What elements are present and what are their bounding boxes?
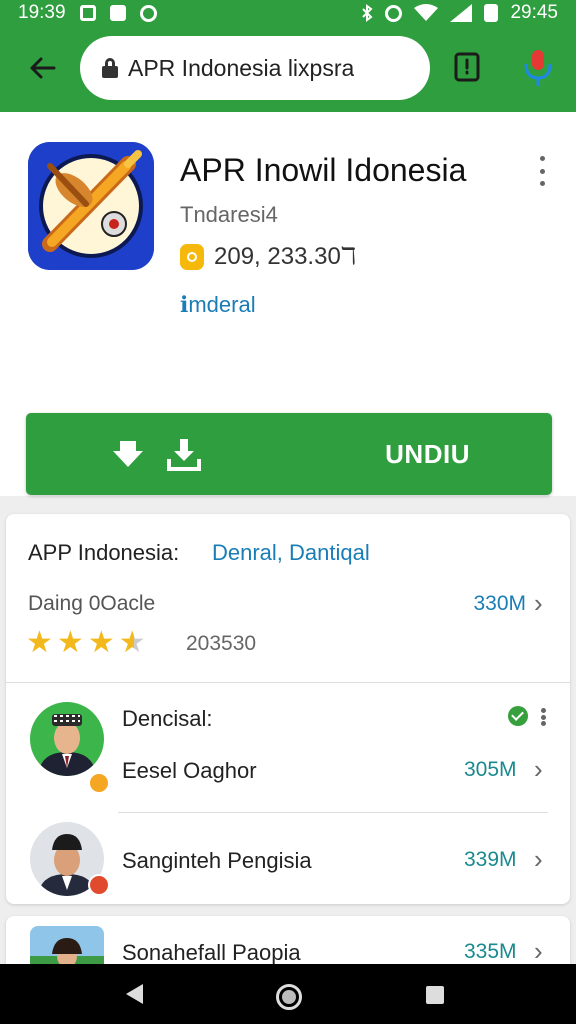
star-icon: ★ [56, 626, 84, 659]
app-developer[interactable]: Tndaresi4 [180, 202, 278, 228]
status-bar: 19:39 29:45 [0, 0, 576, 26]
app-header-card: APR Inowil Idonesia Tndaresi4 209, 233.3… [0, 112, 576, 496]
star-icon: ★ [87, 626, 115, 659]
summary-label: Daing 0Oacle [28, 592, 156, 615]
battery-icon [484, 4, 499, 22]
notification-icon [79, 5, 96, 21]
nav-home-icon[interactable] [276, 984, 302, 1010]
nav-back-icon[interactable] [126, 984, 143, 1004]
more-options-icon[interactable] [532, 156, 552, 186]
list-item-title: Sonahefall Paopia [122, 940, 301, 965]
shield-icon [139, 4, 157, 22]
url-text[interactable]: APR Indonesia lixpsra [128, 55, 354, 82]
avatar[interactable] [30, 702, 104, 776]
rating-badge-icon [180, 243, 204, 270]
system-nav-bar [0, 964, 576, 1024]
status-right: 29:45 [361, 2, 558, 24]
status-left: 19:39 [18, 2, 157, 24]
half-star-icon: ★ [118, 626, 146, 659]
back-arrow-icon[interactable] [22, 48, 62, 88]
status-time-left: 19:39 [18, 2, 66, 23]
app-bar: APR Indonesia lixpsra [0, 26, 576, 112]
list-item-title: Dencisal: [122, 706, 213, 731]
list-item-size: 305M [464, 758, 517, 781]
download-tray-icon [167, 439, 201, 471]
avatar-badge-icon [88, 874, 110, 896]
list-item-subtitle: Eesel Oaghor [122, 758, 257, 783]
url-bar[interactable]: APR Indonesia lixpsra [80, 36, 430, 100]
rating-text: 209, 233.30ℸ [214, 243, 357, 270]
mic-icon[interactable] [520, 48, 556, 88]
list-item-title: Sanginteh Pengisia [122, 848, 312, 873]
square-icon [109, 5, 126, 21]
install-label: UNDIU [385, 439, 470, 469]
install-button[interactable]: UNDIU [26, 413, 552, 495]
paintbrush-pen-icon[interactable] [28, 142, 154, 270]
more-options-icon[interactable] [538, 708, 548, 726]
rating-count: 203530 [186, 632, 257, 655]
chevron-right-icon[interactable]: › [534, 936, 543, 967]
download-icon [113, 441, 143, 467]
app-category-link[interactable]: ℹmderal [180, 292, 256, 318]
alarm-icon [385, 4, 403, 22]
status-time-right: 29:45 [510, 2, 558, 23]
verified-check-icon [508, 706, 528, 726]
bluetooth-icon [362, 4, 373, 22]
app-title: APR Inowil Idonesia [180, 152, 467, 188]
nav-recents-icon[interactable] [426, 986, 444, 1004]
summary-size: 330M [473, 592, 526, 615]
avatar-badge-icon [88, 772, 110, 794]
card-title: APP Indonesia: [28, 540, 180, 565]
wifi-icon [414, 4, 439, 21]
bookmark-icon[interactable] [452, 50, 482, 86]
divider [6, 682, 570, 683]
divider [118, 812, 548, 813]
chevron-right-icon[interactable]: › [534, 588, 543, 619]
star-icon: ★ [26, 626, 53, 659]
chevron-right-icon[interactable]: › [534, 754, 543, 785]
chevron-right-icon[interactable]: › [534, 844, 543, 875]
list-item-size: 339M [464, 848, 517, 871]
lock-icon [102, 58, 118, 78]
signal-icon [450, 4, 473, 22]
star-rating: ★ ★ ★ ★ [26, 628, 146, 658]
list-item-size: 335M [464, 940, 517, 963]
card-link[interactable]: Denral, Dantiqal [212, 540, 370, 566]
rating-row: 209, 233.30ℸ [180, 242, 356, 271]
details-card: APP Indonesia: Denral, Dantiqal Daing 0O… [6, 514, 570, 904]
